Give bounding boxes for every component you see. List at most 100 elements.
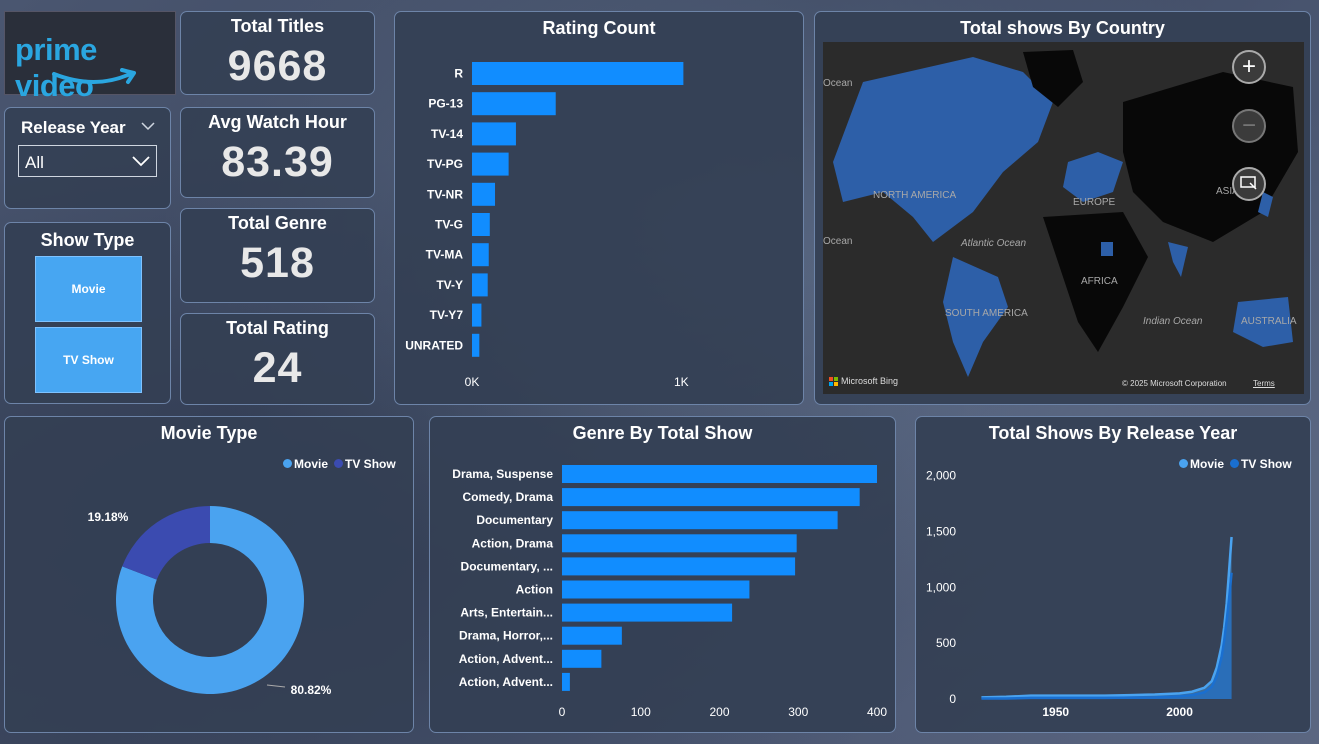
category-label: TV-Y bbox=[436, 278, 463, 292]
kpi-total-rating: Total Rating 24 bbox=[180, 313, 375, 405]
kpi-value: 9668 bbox=[227, 42, 328, 90]
bar bbox=[472, 92, 556, 116]
kpi-value: 83.39 bbox=[221, 138, 334, 186]
kpi-label: Total Rating bbox=[226, 318, 329, 338]
world-map-shapes bbox=[833, 50, 1298, 377]
genre-chart: Genre By Total Show Drama, Suspense Comed… bbox=[429, 416, 896, 733]
bar bbox=[472, 333, 480, 357]
area-tv-show bbox=[981, 572, 1232, 699]
release-year-plot: 0 500 1,000 1,500 2,000 1950 2000 bbox=[926, 469, 1233, 719]
x-tick-label: 400 bbox=[867, 705, 887, 719]
category-label: Drama, Horror,... bbox=[459, 629, 553, 643]
kpi-value: 518 bbox=[240, 239, 315, 287]
category-label: Action, Drama bbox=[472, 536, 554, 550]
category-label: Documentary bbox=[476, 513, 553, 527]
line-movie bbox=[981, 536, 1233, 699]
map-label: SOUTH AMERICA bbox=[945, 308, 1028, 319]
release-year-label: Release Year bbox=[21, 118, 126, 137]
bar bbox=[562, 534, 797, 553]
slice-label: 80.82% bbox=[291, 683, 332, 697]
category-label: UNRATED bbox=[405, 338, 463, 352]
area-movie bbox=[981, 536, 1232, 699]
bar bbox=[562, 488, 860, 507]
bar bbox=[562, 672, 570, 691]
zoom-in-button[interactable]: + bbox=[1232, 50, 1266, 84]
map-title: Total shows By Country bbox=[960, 18, 1165, 38]
bar bbox=[472, 303, 482, 327]
y-tick-label: 1,000 bbox=[926, 580, 956, 594]
release-year-chart: Total Shows By Release Year Movie TV Sho… bbox=[915, 416, 1311, 733]
x-tick-label: 2000 bbox=[1166, 705, 1193, 719]
category-label: Action, Advent... bbox=[459, 675, 553, 689]
bar bbox=[562, 511, 838, 530]
genre-plot: Drama, Suspense Comedy, Drama Documentary A… bbox=[452, 465, 887, 719]
y-tick-label: 500 bbox=[936, 636, 956, 650]
bar bbox=[562, 557, 796, 576]
map-label: Ocean bbox=[823, 78, 853, 89]
chevron-down-icon bbox=[132, 156, 150, 167]
map-label: Indian Ocean bbox=[1143, 316, 1203, 327]
rating-count-chart: Rating Count R PG-13 TV-14 TV-PG TV-NR TV-G TV… bbox=[394, 11, 804, 405]
category-label: Comedy, Drama bbox=[463, 490, 554, 504]
rating-count-plot: R PG-13 TV-14 TV-PG TV-NR TV-G TV-MA TV-Y TV-Y7 U… bbox=[405, 62, 689, 389]
bar bbox=[562, 649, 602, 668]
map-label: AUSTRALIA bbox=[1241, 316, 1297, 327]
show-type-movie-button[interactable]: Movie bbox=[35, 256, 142, 322]
category-label: TV-Y7 bbox=[430, 308, 464, 322]
category-label: TV-NR bbox=[427, 187, 463, 201]
x-tick-label: 0K bbox=[465, 375, 480, 389]
kpi-label: Avg Watch Hour bbox=[208, 112, 347, 132]
north-america-shape bbox=[833, 57, 1053, 242]
map-label: EUROPE bbox=[1073, 197, 1116, 208]
x-tick-label: 200 bbox=[709, 705, 729, 719]
category-label: TV-PG bbox=[427, 157, 463, 171]
map-label: Atlantic Ocean bbox=[961, 238, 1027, 249]
smile-arrow-icon bbox=[52, 68, 136, 84]
slice-label: 19.18% bbox=[88, 510, 129, 524]
zoom-out-button[interactable]: − bbox=[1232, 109, 1266, 143]
category-label: TV-MA bbox=[426, 248, 464, 262]
category-label: R bbox=[454, 67, 463, 81]
kpi-value: 24 bbox=[252, 344, 303, 392]
donut-plot: 80.82% 19.18% bbox=[88, 506, 332, 697]
kpi-label: Total Genre bbox=[228, 213, 327, 233]
bar bbox=[472, 62, 684, 85]
copyright-text: © 2025 Microsoft Corporation bbox=[1122, 379, 1227, 388]
bing-credit-text: Microsoft Bing bbox=[841, 376, 899, 386]
kpi-total-genre: Total Genre 518 bbox=[180, 208, 375, 303]
terms-link[interactable]: Terms bbox=[1253, 379, 1275, 388]
bing-credit: Microsoft Bing bbox=[829, 376, 898, 386]
europe-shape bbox=[1063, 152, 1123, 202]
x-tick-label: 1950 bbox=[1042, 705, 1069, 719]
show-type-slicer: Show Type Movie TV Show bbox=[4, 222, 171, 404]
bar bbox=[472, 152, 509, 176]
india-shape bbox=[1168, 242, 1188, 277]
select-button[interactable] bbox=[1232, 167, 1266, 201]
map-label: AFRICA bbox=[1081, 276, 1118, 287]
map-label: NORTH AMERICA bbox=[873, 190, 957, 201]
release-year-dropdown[interactable]: All bbox=[18, 145, 157, 177]
x-tick-label: 1K bbox=[674, 375, 689, 389]
world-map[interactable]: Ocean NORTH AMERICA EUROPE ASIA Atlantic… bbox=[823, 42, 1304, 394]
show-type-tvshow-button[interactable]: TV Show bbox=[35, 327, 142, 393]
movie-type-chart: Movie Type Movie TV Show 80.82% 19.18% bbox=[4, 416, 414, 733]
minus-icon: − bbox=[1241, 112, 1256, 139]
category-label: TV-14 bbox=[431, 127, 463, 141]
bar bbox=[562, 580, 750, 599]
chevron-down-icon[interactable] bbox=[141, 121, 155, 131]
country-marker bbox=[1101, 242, 1113, 256]
bar bbox=[472, 213, 490, 236]
show-type-label: Show Type bbox=[40, 230, 135, 250]
y-tick-label: 2,000 bbox=[926, 469, 956, 483]
bar bbox=[562, 603, 733, 622]
asia-shape bbox=[1123, 72, 1298, 242]
bar bbox=[562, 626, 622, 645]
bar bbox=[472, 243, 489, 267]
bar bbox=[562, 465, 877, 483]
bar bbox=[472, 273, 488, 297]
category-label: Drama, Suspense bbox=[452, 467, 553, 481]
release-year-slicer: Release Year All bbox=[4, 107, 171, 209]
kpi-total-titles: Total Titles 9668 bbox=[180, 11, 375, 95]
y-tick-label: 1,500 bbox=[926, 524, 956, 538]
prime-video-logo: prime video bbox=[4, 11, 176, 103]
